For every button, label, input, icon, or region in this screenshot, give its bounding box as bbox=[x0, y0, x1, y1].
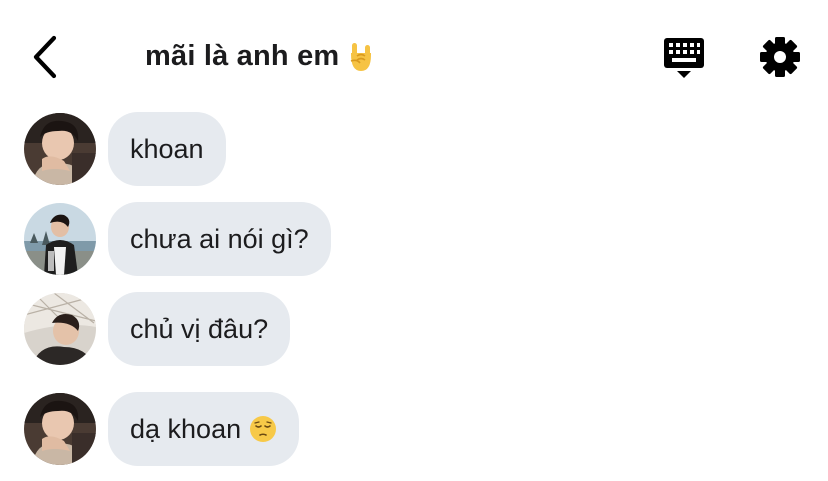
message-text: chưa ai nói gì? bbox=[130, 223, 309, 254]
avatar[interactable] bbox=[24, 293, 96, 365]
message-text: dạ khoan bbox=[130, 413, 242, 444]
avatar-photo-3 bbox=[24, 293, 96, 365]
avatar[interactable] bbox=[24, 203, 96, 275]
avatar-photo-1 bbox=[24, 113, 96, 185]
message-text: khoan bbox=[130, 133, 204, 164]
message-list: khoan chưa ai nói gì? chủ vị đâu? dạ kho… bbox=[0, 0, 828, 481]
message-text: chủ vị đâu? bbox=[130, 313, 269, 344]
message-bubble[interactable]: chưa ai nói gì? bbox=[108, 202, 331, 276]
message-bubble[interactable]: khoan bbox=[108, 112, 226, 186]
avatar-photo-1 bbox=[24, 393, 96, 465]
message-row: dạ khoan bbox=[24, 391, 300, 467]
message-bubble[interactable]: dạ khoan bbox=[108, 392, 300, 466]
avatar-photo-2 bbox=[24, 203, 96, 275]
avatar[interactable] bbox=[24, 393, 96, 465]
message-row: khoan bbox=[24, 111, 226, 187]
message-bubble[interactable]: chủ vị đâu? bbox=[108, 292, 291, 366]
pensive-face-icon bbox=[250, 416, 277, 442]
message-row: chủ vị đâu? bbox=[24, 291, 291, 367]
avatar[interactable] bbox=[24, 113, 96, 185]
message-row: chưa ai nói gì? bbox=[24, 201, 331, 277]
